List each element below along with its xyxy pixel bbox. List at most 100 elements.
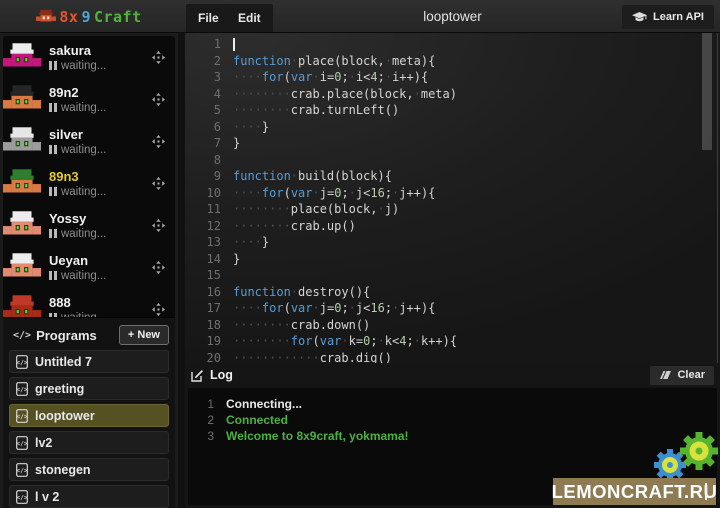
editor-scrollbar[interactable] <box>702 33 712 363</box>
log-message: Connecting... <box>226 396 302 412</box>
program-item[interactable]: </> Untitled 7 <box>9 350 169 373</box>
player-status-text: waiting... <box>61 228 106 240</box>
code-editor[interactable]: 12function·place(block,·meta){3····for(v… <box>185 33 720 363</box>
logo-text-9: 9 <box>81 8 91 26</box>
code-token: ; <box>370 334 377 348</box>
line-number: 9 <box>185 168 233 185</box>
code-line: 10····for(var·j=0;·j<16;·j++){ <box>185 185 720 202</box>
code-token: crab.up() <box>291 219 356 233</box>
code-token: j) <box>385 202 399 216</box>
program-item[interactable]: </> greeting <box>9 377 169 400</box>
svg-text:</>: </> <box>16 467 27 474</box>
crab-avatar-icon <box>3 295 41 317</box>
program-item[interactable]: </> stonegen <box>9 458 169 481</box>
locate-player-icon[interactable] <box>152 177 165 190</box>
code-token: j++){ <box>399 186 435 200</box>
pause-icon <box>49 61 57 70</box>
crab-avatar-icon <box>3 253 41 281</box>
new-program-button[interactable]: + New <box>119 325 169 345</box>
code-content: ········crab.place(block,·meta) <box>233 86 457 103</box>
locate-player-icon[interactable] <box>152 219 165 232</box>
code-token: j< <box>356 186 370 200</box>
player-status: waiting... <box>49 186 152 198</box>
code-token: for <box>262 301 284 315</box>
code-line: 12········crab.up() <box>185 218 720 235</box>
code-token: · <box>385 54 392 68</box>
text-cursor <box>233 38 235 51</box>
program-file-icon: </> <box>16 382 28 396</box>
player-row[interactable]: sakurawaiting... <box>3 36 175 78</box>
code-token: i< <box>356 70 370 84</box>
locate-player-icon[interactable] <box>152 135 165 148</box>
code-line: 20············crab.dig() <box>185 350 720 364</box>
line-number: 6 <box>185 119 233 136</box>
log-header: Log Clear <box>185 363 720 387</box>
program-item[interactable]: </> lv2 <box>9 431 169 454</box>
code-token: · <box>385 70 392 84</box>
locate-player-icon[interactable] <box>152 93 165 106</box>
player-row[interactable]: Yossywaiting... <box>3 204 175 246</box>
code-token: 4 <box>370 70 377 84</box>
programs-title: Programs <box>36 328 119 343</box>
code-content: ····} <box>233 119 269 136</box>
program-label: Untitled 7 <box>35 355 92 369</box>
code-token: · <box>341 334 348 348</box>
code-line: 6····} <box>185 119 720 136</box>
pause-icon <box>49 145 57 154</box>
locate-player-icon[interactable] <box>152 303 165 316</box>
player-name: 89n3 <box>49 169 152 184</box>
code-token: place(block, <box>291 202 378 216</box>
player-status: waiting... <box>49 228 152 240</box>
player-row[interactable]: 89n2 waiting... <box>3 78 175 120</box>
program-item[interactable]: </> l v 2 <box>9 485 169 508</box>
code-token: ; <box>341 301 348 315</box>
programs-list: </> Untitled 7 </> greeting </> looptowe… <box>9 350 169 508</box>
code-token: build(block){ <box>298 169 392 183</box>
clear-log-button[interactable]: Clear <box>650 366 714 385</box>
code-token: · <box>349 186 356 200</box>
code-token: 16 <box>370 186 384 200</box>
code-token: var <box>291 186 313 200</box>
line-number: 16 <box>185 284 233 301</box>
program-label: stonegen <box>35 463 91 477</box>
editor-scrollbar-thumb[interactable] <box>702 33 712 150</box>
line-number: 1 <box>185 36 233 53</box>
line-number: 8 <box>185 152 233 169</box>
line-number: 3 <box>185 69 233 86</box>
code-token: j= <box>320 186 334 200</box>
code-token: k< <box>385 334 399 348</box>
code-token: k++){ <box>421 334 457 348</box>
code-line: 18········crab.down() <box>185 317 720 334</box>
code-token: var <box>291 301 313 315</box>
code-token: ········ <box>233 219 291 233</box>
sidebar: sakurawaiting... 89n2 waiting... <box>0 33 178 508</box>
code-line: 4········crab.place(block,·meta) <box>185 86 720 103</box>
svg-text:</>: </> <box>16 413 27 420</box>
log-line-number: 1 <box>188 396 226 412</box>
code-content: ········crab.up() <box>233 218 356 235</box>
pause-icon <box>49 229 57 238</box>
code-token: } <box>233 252 240 266</box>
locate-player-icon[interactable] <box>152 261 165 274</box>
crab-avatar-icon <box>3 127 41 155</box>
code-line: 13····} <box>185 234 720 251</box>
player-row[interactable]: Ueyanwaiting... <box>3 246 175 288</box>
player-row[interactable]: 888waiting... <box>3 288 175 317</box>
player-name: 89n2 <box>49 85 152 100</box>
player-row[interactable]: silverwaiting... <box>3 120 175 162</box>
code-token: for <box>262 70 284 84</box>
locate-player-icon[interactable] <box>152 51 165 64</box>
player-row[interactable]: 89n3 waiting... <box>3 162 175 204</box>
log-row: 2Connected <box>188 412 717 428</box>
code-line: 2function·place(block,·meta){ <box>185 53 720 70</box>
crab-avatar-icon <box>3 85 41 113</box>
code-token: · <box>291 54 298 68</box>
learn-api-button[interactable]: Learn API <box>622 5 714 29</box>
program-item[interactable]: </> looptower <box>9 404 169 427</box>
code-token: ···· <box>233 301 262 315</box>
log-line-number: 2 <box>188 412 226 428</box>
player-status: waiting... <box>49 102 152 114</box>
graduation-cap-icon <box>632 12 647 23</box>
line-number: 13 <box>185 234 233 251</box>
code-token: ; <box>341 70 348 84</box>
